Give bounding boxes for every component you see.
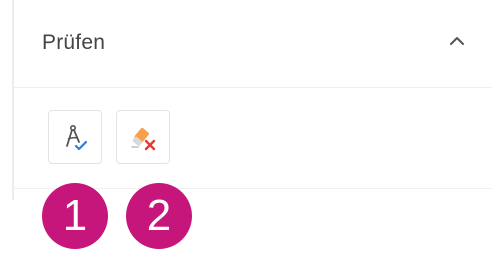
panel-title: Prüfen: [42, 31, 106, 54]
compass-check-icon: [66, 124, 88, 151]
collapse-button[interactable]: [442, 26, 472, 56]
panel-header[interactable]: Prüfen: [14, 0, 492, 88]
check-drawing-button[interactable]: [48, 110, 102, 164]
callout-badge-2: 2: [126, 183, 192, 249]
pruefen-panel: Prüfen: [14, 0, 492, 190]
chevron-up-icon: [450, 37, 464, 45]
callout-badge-1: 1: [42, 183, 108, 249]
toolbar: [14, 88, 492, 188]
remove-marking-button[interactable]: [116, 110, 170, 164]
eraser-x-icon: [131, 128, 156, 151]
